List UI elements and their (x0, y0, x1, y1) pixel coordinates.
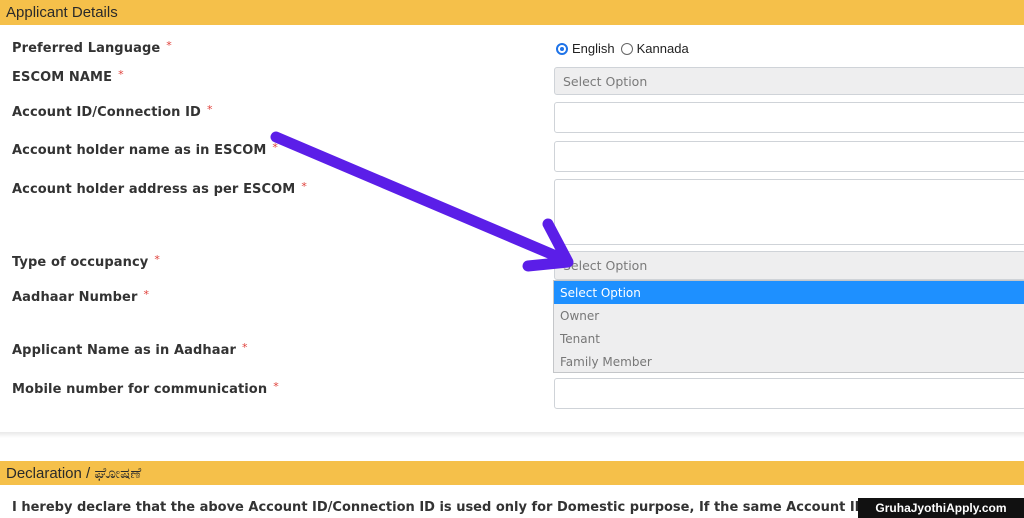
escom-name-select-value: Select Option (563, 73, 648, 89)
occupancy-option-owner[interactable]: Owner (554, 304, 1024, 327)
language-radio-kannada[interactable]: Kannada (620, 41, 689, 56)
applicant-details-header: Applicant Details (0, 0, 1024, 25)
mobile-number-label-text: Mobile number for communication (12, 382, 268, 397)
required-marker: * (242, 341, 248, 354)
required-marker: * (272, 141, 279, 154)
required-marker: * (301, 180, 307, 193)
occupancy-select[interactable]: Select Option (554, 251, 1024, 280)
required-marker: * (206, 103, 213, 116)
declaration-header: Declaration / ಘೋಷಣೆ (0, 461, 1024, 485)
aadhaar-number-label-text: Aadhaar Number (12, 290, 138, 305)
required-marker: * (166, 39, 172, 52)
mobile-number-input[interactable] (554, 378, 1024, 409)
required-marker: * (143, 288, 150, 301)
account-id-label-text: Account ID/Connection ID (12, 105, 201, 120)
radio-unchecked-icon[interactable] (620, 42, 633, 55)
occupancy-option-tenant[interactable]: Tenant (554, 327, 1024, 350)
escom-name-label: ESCOM NAME * (12, 68, 124, 85)
account-id-label: Account ID/Connection ID * (12, 103, 213, 120)
required-marker: * (273, 380, 279, 393)
radio-checked-icon[interactable] (556, 42, 568, 55)
account-holder-address-textarea[interactable] (554, 179, 1024, 245)
applicant-name-label-text: Applicant Name as in Aadhaar (12, 343, 237, 358)
preferred-language-label-text: Preferred Language (12, 41, 161, 56)
occupancy-dropdown-list: Select Option Owner Tenant Family Member (553, 280, 1024, 373)
occupancy-option-select[interactable]: Select Option (554, 281, 1024, 304)
arrow-shaft (270, 131, 562, 262)
escom-name-select[interactable]: Select Option (554, 67, 1024, 95)
account-id-input[interactable] (554, 102, 1024, 133)
watermark-badge: GruhaJyothiApply.com (858, 498, 1024, 518)
occupancy-label-text: Type of occupancy (12, 255, 149, 270)
preferred-language-label: Preferred Language * (12, 39, 172, 56)
aadhaar-number-label: Aadhaar Number * (12, 288, 150, 305)
declaration-title: Declaration / ಘೋಷಣೆ (6, 464, 142, 482)
radio-english-label: English (572, 41, 615, 56)
applicant-name-label: Applicant Name as in Aadhaar * (12, 341, 248, 358)
required-marker: * (118, 68, 124, 81)
account-holder-address-label: Account holder address as per ESCOM * (12, 180, 307, 197)
required-marker: * (154, 253, 160, 266)
applicant-details-title: Applicant Details (6, 4, 118, 21)
occupancy-label: Type of occupancy * (12, 253, 160, 270)
account-holder-name-input[interactable] (554, 141, 1024, 172)
account-holder-address-label-text: Account holder address as per ESCOM (12, 182, 296, 197)
preferred-language-radio-group: English Kannada (556, 41, 695, 56)
language-radio-english[interactable]: English (556, 41, 615, 56)
account-holder-name-label-text: Account holder name as in ESCOM (12, 143, 267, 158)
card-bottom-shadow (0, 432, 1024, 438)
account-holder-name-label: Account holder name as in ESCOM * (12, 141, 279, 158)
escom-name-label-text: ESCOM NAME (12, 70, 113, 85)
occupancy-option-family-member[interactable]: Family Member (554, 350, 1024, 373)
occupancy-select-value: Select Option (563, 258, 648, 273)
mobile-number-label: Mobile number for communication * (12, 380, 279, 397)
declaration-text: I hereby declare that the above Account … (12, 500, 973, 515)
radio-kannada-label: Kannada (636, 41, 689, 56)
